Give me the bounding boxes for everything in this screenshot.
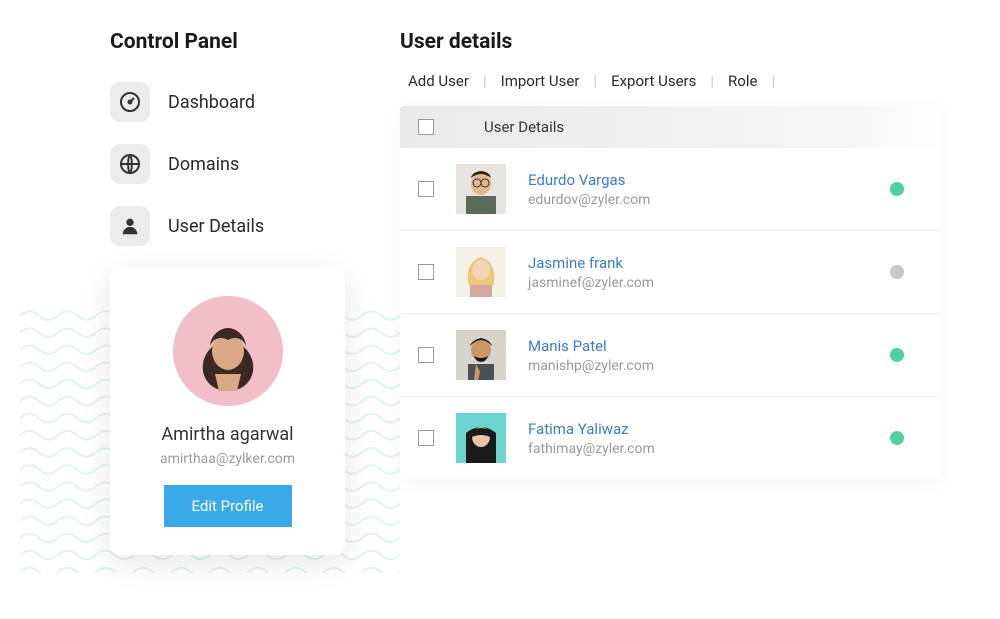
user-email: fathimay@zyler.com (528, 441, 868, 457)
row-checkbox[interactable] (418, 430, 434, 446)
sidebar-item-label: User Details (168, 216, 264, 237)
user-table: User Details Edurdo Vargas (400, 106, 940, 479)
row-checkbox[interactable] (418, 181, 434, 197)
profile-card: Amirtha agarwal amirthaa@zylker.com Edit… (110, 268, 345, 555)
edit-profile-button[interactable]: Edit Profile (164, 485, 292, 527)
user-avatar (456, 330, 506, 380)
sidebar-item-domains[interactable]: Domains (110, 144, 370, 184)
globe-icon (110, 144, 150, 184)
table-row: Fatima Yaliwaz fathimay@zyler.com (400, 397, 940, 479)
import-user-link[interactable]: Import User (501, 72, 580, 90)
profile-name: Amirtha agarwal (130, 424, 325, 445)
profile-email: amirthaa@zylker.com (130, 451, 325, 467)
status-indicator (890, 348, 904, 362)
main-content: User details Add User | Import User | Ex… (400, 30, 940, 555)
separator: | (710, 72, 714, 90)
user-email: edurdov@zyler.com (528, 192, 868, 208)
action-bar: Add User | Import User | Export Users | … (400, 72, 940, 90)
user-avatar (456, 247, 506, 297)
select-all-checkbox[interactable] (418, 119, 434, 135)
user-name-link[interactable]: Fatima Yaliwaz (528, 420, 868, 438)
user-avatar (456, 413, 506, 463)
status-indicator (890, 265, 904, 279)
separator: | (483, 72, 487, 90)
export-users-link[interactable]: Export Users (611, 72, 696, 90)
sidebar-item-user-details[interactable]: User Details (110, 206, 370, 246)
sidebar-item-dashboard[interactable]: Dashboard (110, 82, 370, 122)
user-email: manishp@zyler.com (528, 358, 868, 374)
separator: | (593, 72, 597, 90)
sidebar-item-label: Dashboard (168, 92, 255, 113)
table-row: Jasmine frank jasminef@zyler.com (400, 231, 940, 314)
column-header-user-details: User Details (484, 118, 564, 136)
main-title: User details (400, 30, 940, 54)
status-indicator (890, 182, 904, 196)
row-checkbox[interactable] (418, 264, 434, 280)
role-link[interactable]: Role (728, 72, 757, 90)
table-header-row: User Details (400, 106, 940, 148)
gauge-icon (110, 82, 150, 122)
table-row: Edurdo Vargas edurdov@zyler.com (400, 148, 940, 231)
add-user-link[interactable]: Add User (408, 72, 469, 90)
profile-avatar (173, 296, 283, 406)
user-name-link[interactable]: Edurdo Vargas (528, 171, 868, 189)
status-indicator (890, 431, 904, 445)
row-checkbox[interactable] (418, 347, 434, 363)
sidebar-item-label: Domains (168, 154, 239, 175)
user-icon (110, 206, 150, 246)
sidebar: Control Panel Dashboard Domain (110, 30, 370, 555)
user-name-link[interactable]: Jasmine frank (528, 254, 868, 272)
user-name-link[interactable]: Manis Patel (528, 337, 868, 355)
separator: | (771, 72, 775, 90)
user-email: jasminef@zyler.com (528, 275, 868, 291)
sidebar-title: Control Panel (110, 30, 370, 54)
table-row: Manis Patel manishp@zyler.com (400, 314, 940, 397)
user-avatar (456, 164, 506, 214)
